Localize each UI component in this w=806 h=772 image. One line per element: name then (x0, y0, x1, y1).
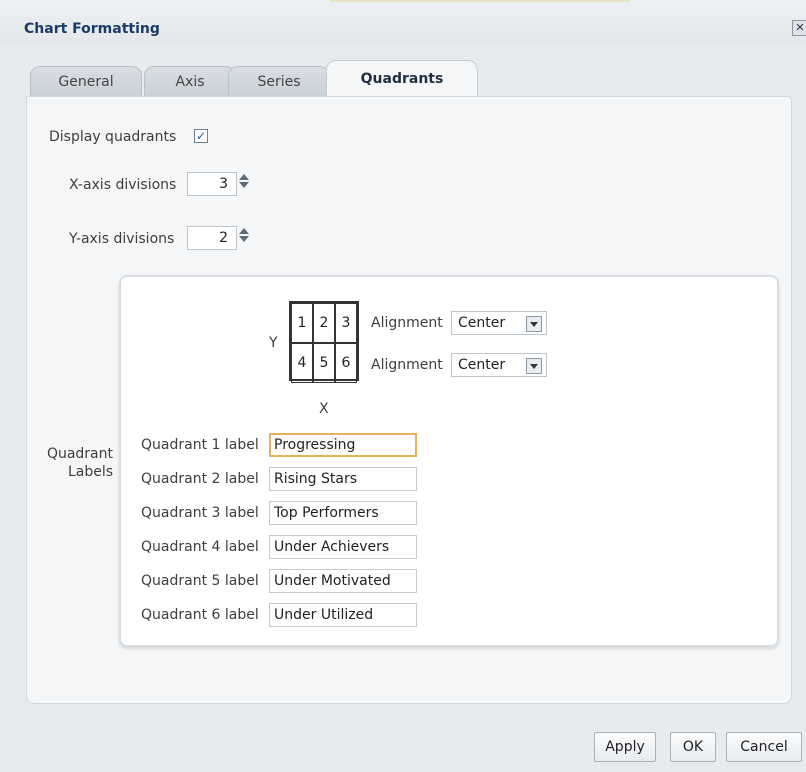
title-accent (330, 0, 630, 2)
y-divisions-label: Y-axis divisions (69, 231, 175, 247)
tab-strip: General Axis Series Quadrants (30, 58, 790, 97)
quadrant-cell: 4 (291, 343, 313, 383)
quadrant-5-label: Quadrant 5 label (141, 573, 259, 589)
quadrants-panel: Display quadrants ✓ X-axis divisions 3 Y… (26, 96, 792, 704)
grid-y-label: Y (269, 335, 278, 351)
cancel-button[interactable]: Cancel (726, 732, 802, 762)
tab-series[interactable]: Series (228, 66, 330, 97)
quadrant-cell: 5 (313, 343, 335, 383)
x-divisions-spinner-icon[interactable] (239, 172, 249, 194)
dialog-title: Chart Formatting (24, 21, 160, 37)
quadrant-3-input[interactable]: Top Performers (269, 501, 417, 525)
quadrant-cell: 6 (335, 343, 357, 383)
x-divisions-label: X-axis divisions (69, 177, 177, 193)
grid-x-label: X (319, 401, 329, 417)
quadrant-2-label: Quadrant 2 label (141, 471, 259, 487)
quadrant-5-input[interactable]: Under Motivated (269, 569, 417, 593)
apply-button[interactable]: Apply (594, 732, 656, 762)
tab-quadrants[interactable]: Quadrants (326, 60, 478, 97)
quadrant-labels-section-label: Quadrant Labels (46, 446, 113, 480)
quadrant-4-input[interactable]: Under Achievers (269, 535, 417, 559)
dialog-titlebar: Chart Formatting ✕ (0, 0, 806, 44)
quadrant-1-label: Quadrant 1 label (141, 437, 259, 453)
quadrant-cell: 2 (313, 303, 335, 343)
checkmark-icon: ✓ (195, 129, 207, 143)
x-divisions-input[interactable]: 3 (187, 172, 237, 196)
quadrant-3-label: Quadrant 3 label (141, 505, 259, 521)
display-quadrants-checkbox[interactable]: ✓ (194, 129, 208, 143)
quadrant-1-input[interactable]: Progressing (269, 433, 417, 457)
quadrant-labels-box: Y 1 2 3 4 5 6 X Alignment Center Alignme… (119, 275, 779, 647)
quadrant-cell: 1 (291, 303, 313, 343)
chevron-down-icon[interactable] (526, 358, 542, 374)
tab-general[interactable]: General (30, 66, 142, 97)
quadrant-6-label: Quadrant 6 label (141, 607, 259, 623)
alignment-select-value: Center (458, 357, 506, 373)
y-divisions-spinner-icon[interactable] (239, 226, 249, 248)
tab-axis[interactable]: Axis (144, 66, 236, 97)
quadrant-grid: 1 2 3 4 5 6 (289, 301, 359, 383)
chevron-down-icon[interactable] (526, 316, 542, 332)
ok-button[interactable]: OK (670, 732, 716, 762)
close-icon[interactable]: ✕ (792, 20, 806, 36)
alignment-select[interactable]: Center (451, 353, 547, 377)
alignment-label: Alignment (371, 357, 443, 373)
y-divisions-input[interactable]: 2 (187, 226, 237, 250)
quadrant-cell: 3 (335, 303, 357, 343)
quadrant-2-input[interactable]: Rising Stars (269, 467, 417, 491)
alignment-select[interactable]: Center (451, 311, 547, 335)
display-quadrants-label: Display quadrants (49, 129, 177, 145)
alignment-label: Alignment (371, 315, 443, 331)
quadrant-4-label: Quadrant 4 label (141, 539, 259, 555)
quadrant-6-input[interactable]: Under Utilized (269, 603, 417, 627)
alignment-select-value: Center (458, 315, 506, 331)
